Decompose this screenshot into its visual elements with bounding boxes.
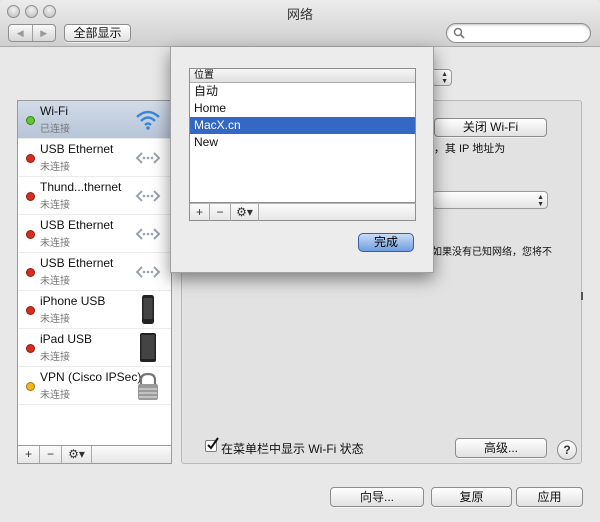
show-wifi-status-label: 在菜单栏中显示 Wi-Fi 状态 — [221, 442, 364, 456]
service-list-toolbar: + − ⚙▾ — [17, 446, 172, 464]
show-wifi-status-checkbox[interactable] — [205, 437, 219, 452]
service-item[interactable]: iPhone USB 未连接 — [18, 291, 171, 329]
locations-toolbar: + − ⚙▾ — [189, 203, 416, 221]
location-item[interactable]: MacX.cn — [190, 117, 415, 134]
service-item[interactable]: iPad USB 未连接 — [18, 329, 171, 367]
service-item[interactable]: USB Ethernet 未连接 — [18, 253, 171, 291]
resize-marker — [581, 292, 583, 300]
status-dot — [26, 116, 35, 125]
network-name-popup[interactable]: ▲ ▼ — [432, 191, 548, 209]
turn-off-wifi-button[interactable]: 关闭 Wi-Fi — [434, 118, 547, 137]
forward-button[interactable]: ▶ — [31, 25, 56, 41]
edit-locations-sheet: 位置 自动 Home MacX.cn New + − ⚙▾ 完成 — [170, 47, 434, 273]
back-forward-control: ◀ ▶ — [8, 24, 56, 42]
service-status: 未连接 — [40, 200, 70, 211]
ethernet-icon — [133, 257, 163, 287]
location-actions-gear-button[interactable]: ⚙▾ — [231, 204, 259, 221]
status-dot — [26, 382, 35, 391]
advanced-button[interactable]: 高级... — [455, 438, 547, 458]
search-field[interactable] — [446, 23, 591, 43]
service-status: 未连接 — [40, 352, 70, 363]
service-actions-gear-button[interactable]: ⚙▾ — [62, 446, 92, 463]
location-item[interactable]: 自动 — [190, 83, 415, 100]
status-dot — [26, 268, 35, 277]
network-preferences-window: 网络 ◀ ▶ 全部显示 ▲ ▼ Wi-Fi 已连接 USB Ethernet 未连接 Th… — [0, 0, 600, 522]
back-button[interactable]: ◀ — [9, 25, 32, 41]
service-status: 未连接 — [40, 162, 70, 173]
locations-list: 位置 自动 Home MacX.cn New — [189, 68, 416, 203]
service-status: 未连接 — [40, 276, 70, 287]
ethernet-icon — [133, 219, 163, 249]
location-item[interactable]: Home — [190, 100, 415, 117]
service-item[interactable]: Wi-Fi 已连接 — [18, 101, 171, 139]
apply-button[interactable]: 应用 — [516, 487, 583, 507]
iphone-icon — [133, 295, 163, 325]
checkmark-icon — [207, 437, 219, 450]
location-item[interactable]: New — [190, 134, 415, 151]
assist-me-button[interactable]: 向导... — [330, 487, 424, 507]
status-dot — [26, 192, 35, 201]
add-location-button[interactable]: + — [190, 204, 210, 221]
status-dot — [26, 306, 35, 315]
remove-location-button[interactable]: − — [210, 204, 231, 221]
service-status: 未连接 — [40, 314, 70, 325]
service-status: 未连接 — [40, 390, 70, 401]
service-name: iPad USB — [40, 332, 93, 346]
title-bar: 网络 ◀ ▶ 全部显示 — [0, 0, 600, 47]
popup-arrows-icon: ▲ ▼ — [537, 194, 544, 208]
done-button[interactable]: 完成 — [358, 233, 414, 252]
help-button[interactable]: ? — [557, 440, 577, 460]
service-item[interactable]: USB Ethernet 未连接 — [18, 215, 171, 253]
service-name: VPN (Cisco IPSec) — [40, 370, 142, 384]
service-name: Thund...thernet — [40, 180, 122, 194]
service-name: iPhone USB — [40, 294, 106, 308]
service-name: USB Ethernet — [40, 256, 114, 270]
join-networks-description: 如果没有已知网络，您将不 — [432, 247, 552, 258]
service-name: USB Ethernet — [40, 142, 114, 156]
show-all-button[interactable]: 全部显示 — [64, 24, 131, 42]
service-name: Wi-Fi — [40, 104, 68, 118]
ipad-icon — [133, 333, 163, 363]
service-item[interactable]: USB Ethernet 未连接 — [18, 139, 171, 177]
popup-arrows-icon: ▲ ▼ — [441, 71, 448, 85]
ip-address-text: "，其 IP 地址为 — [430, 143, 506, 155]
revert-button[interactable]: 复原 — [431, 487, 512, 507]
search-icon — [453, 27, 465, 39]
search-input[interactable] — [467, 25, 585, 41]
status-dot — [26, 230, 35, 239]
add-service-button[interactable]: + — [18, 446, 40, 463]
window-title: 网络 — [286, 7, 313, 22]
wifi-icon — [133, 105, 163, 135]
ethernet-icon — [133, 143, 163, 173]
locations-column-header: 位置 — [190, 69, 415, 83]
service-item[interactable]: Thund...thernet 未连接 — [18, 177, 171, 215]
status-dot — [26, 154, 35, 163]
status-dot — [26, 344, 35, 353]
service-list: Wi-Fi 已连接 USB Ethernet 未连接 Thund...thernet 未连… — [17, 100, 172, 446]
service-status: 未连接 — [40, 238, 70, 249]
remove-service-button[interactable]: − — [40, 446, 62, 463]
service-item[interactable]: VPN (Cisco IPSec) 未连接 — [18, 367, 171, 405]
vpn-lock-icon — [133, 371, 163, 401]
service-status: 已连接 — [40, 124, 70, 135]
service-name: USB Ethernet — [40, 218, 114, 232]
ethernet-icon — [133, 181, 163, 211]
